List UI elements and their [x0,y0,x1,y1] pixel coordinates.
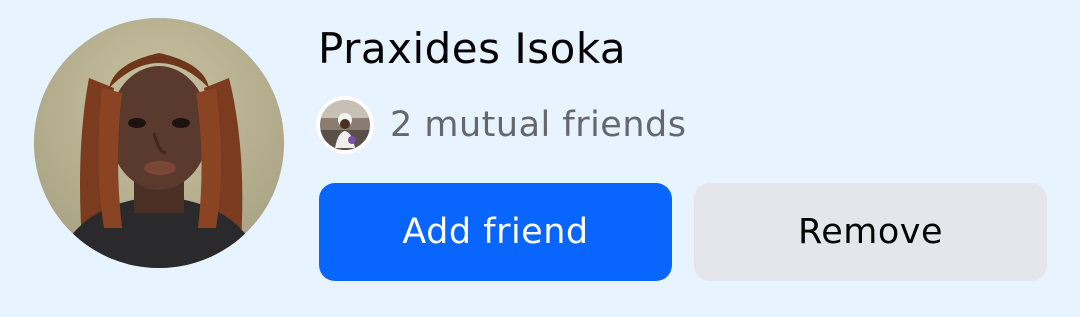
profile-name[interactable]: Praxides Isoka [318,22,626,76]
friend-request-card: Praxides Isoka 2 mutual friends Add frie… [0,0,1080,317]
add-friend-button[interactable]: Add friend [319,183,672,281]
mutual-friends-row[interactable]: 2 mutual friends [316,94,686,156]
remove-button[interactable]: Remove [694,183,1047,281]
profile-photo-image [34,18,284,268]
mutual-friend-avatar-image [320,100,370,150]
profile-photo[interactable] [34,18,284,268]
mutual-friends-count[interactable]: 2 mutual friends [390,105,686,145]
mutual-friend-avatar [316,96,374,154]
